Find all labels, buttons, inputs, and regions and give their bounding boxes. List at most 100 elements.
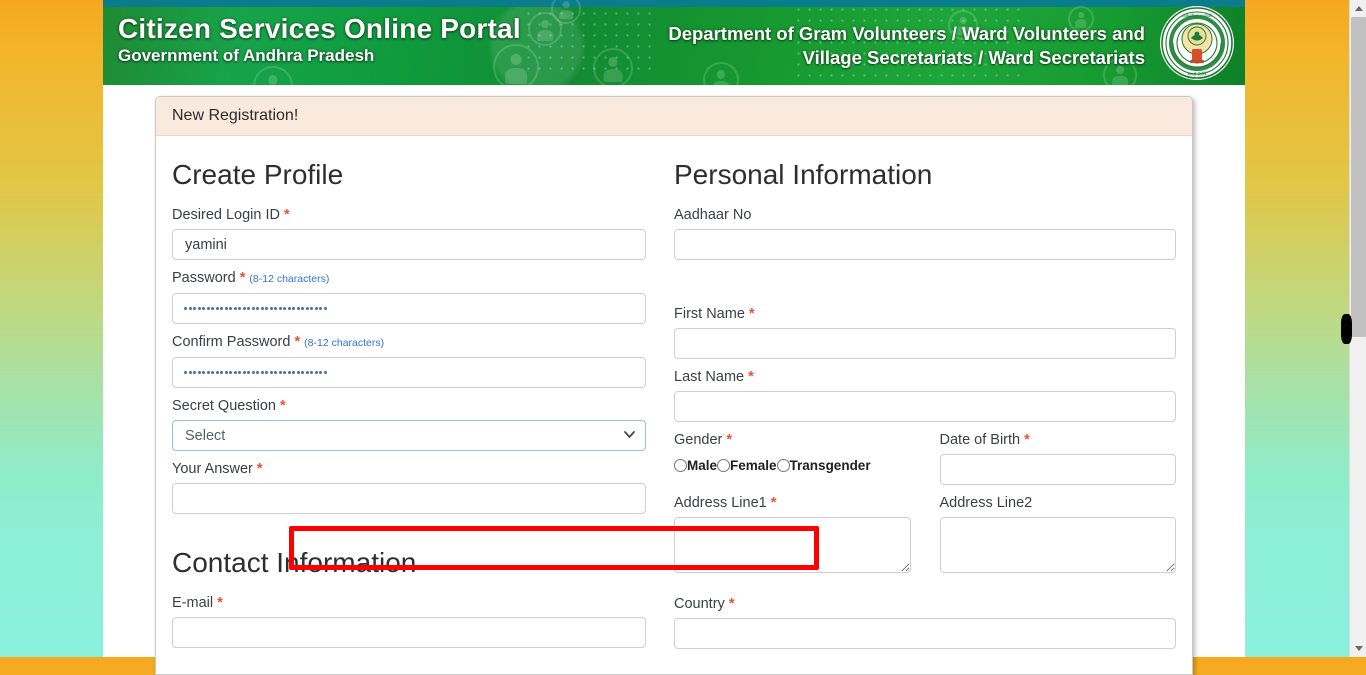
layout-spacer: [674, 269, 1176, 305]
field-group-date-of-birth: Date of Birth *: [939, 431, 1177, 485]
gender-option-transgender[interactable]: Transgender: [776, 458, 871, 473]
person-icon: [593, 48, 633, 85]
address-line1-label-text: Address Line1: [674, 495, 767, 511]
your-answer-label-text: Your Answer: [172, 461, 253, 477]
field-group-your-answer: Your Answer *: [172, 460, 646, 514]
field-group-confirm-password: Confirm Password * (8-12 characters): [172, 333, 646, 388]
password-label: Password * (8-12 characters): [172, 269, 646, 288]
password-label-text: Password: [172, 270, 236, 286]
left-column: Create Profile Desired Login ID * Passwo…: [172, 136, 674, 658]
department-title: Department of Gram Volunteers / Ward Vol…: [668, 22, 1145, 70]
field-group-secret-question: Secret Question * Select: [172, 397, 646, 451]
site-title: Citizen Services Online Portal Governmen…: [118, 13, 521, 66]
email-label: E-mail *: [172, 594, 646, 612]
panel-header: New Registration!: [156, 97, 1192, 136]
last-name-input[interactable]: [674, 391, 1176, 422]
email-input[interactable]: [172, 617, 646, 648]
scroll-up-arrow-icon[interactable]: [1350, 0, 1366, 17]
country-input[interactable]: [674, 618, 1176, 649]
password-hint: (8-12 characters): [249, 273, 330, 285]
aadhaar-no-label-text: Aadhaar No: [674, 207, 752, 223]
first-name-input[interactable]: [674, 328, 1176, 359]
password-input[interactable]: [172, 293, 646, 324]
required-marker: *: [748, 306, 755, 322]
secret-question-select[interactable]: Select: [172, 420, 646, 451]
contact-information-heading: Contact Information: [172, 547, 417, 578]
required-marker: *: [256, 461, 263, 477]
gender-dob-row: Gender * Male Female Transgender Date of…: [674, 431, 1176, 485]
field-group-aadhaar-no: Aadhaar No: [674, 206, 1176, 260]
address-line2-textarea[interactable]: [939, 517, 1176, 573]
address-line1-textarea[interactable]: [674, 517, 911, 573]
required-marker: *: [280, 398, 286, 414]
first-name-label-text: First Name: [674, 306, 745, 322]
text-cursor-artifact: [1341, 314, 1352, 344]
your-answer-label: Your Answer *: [172, 460, 646, 478]
person-icon: [253, 66, 293, 85]
confirm-password-input[interactable]: [172, 357, 646, 388]
required-marker: *: [217, 595, 223, 611]
secret-question-label: Secret Question *: [172, 397, 646, 415]
confirm-password-hint: (8-12 characters): [304, 337, 385, 349]
andhra-pradesh-state-emblem-icon: సత్యమేవ జయతే ఆంధ్ర ప్రదేశ్: [1160, 6, 1234, 80]
create-profile-heading: Create Profile: [172, 159, 344, 190]
field-group-gender: Gender * Male Female Transgender: [674, 431, 911, 485]
department-title-line2: Village Secretariats / Ward Secretariats: [802, 47, 1145, 68]
country-label: Country *: [674, 595, 1176, 613]
field-group-address-line1: Address Line1 *: [674, 494, 911, 573]
secret-question-select-wrapper: Select: [172, 420, 646, 451]
field-group-password: Password * (8-12 characters): [172, 269, 646, 324]
personal-information-heading: Personal Information: [674, 159, 933, 190]
address-row: Address Line1 * Address Line2: [674, 494, 1176, 573]
panel-body: Create Profile Desired Login ID * Passwo…: [156, 136, 1192, 674]
gender-radio-transgender[interactable]: [776, 458, 790, 472]
login-id-label-text: Desired Login ID: [172, 207, 280, 223]
gender-option-male-label: Male: [687, 457, 718, 473]
secret-question-label-text: Secret Question: [172, 398, 276, 414]
scrollbar-thumb[interactable]: [1351, 17, 1366, 337]
login-id-label: Desired Login ID *: [172, 206, 646, 224]
last-name-label: Last Name *: [674, 368, 1176, 386]
required-marker: *: [726, 432, 733, 448]
right-column: Personal Information Aadhaar No First Na…: [674, 136, 1176, 658]
required-marker: *: [748, 369, 754, 385]
field-group-first-name: First Name *: [674, 305, 1176, 359]
gender-label-text: Gender: [674, 432, 723, 448]
gender-radio-male[interactable]: [674, 458, 687, 472]
confirm-password-input-wrapper: [172, 357, 646, 388]
gender-radio-female[interactable]: [717, 458, 731, 472]
field-group-login-id: Desired Login ID *: [172, 206, 646, 260]
first-name-label: First Name *: [674, 305, 1176, 323]
required-marker: *: [284, 207, 290, 223]
date-of-birth-input[interactable]: [939, 454, 1176, 485]
gender-option-female[interactable]: Female: [717, 458, 777, 473]
banner-top-strip: [103, 0, 1245, 7]
last-name-label-text: Last Name: [674, 369, 745, 385]
registration-panel: New Registration! Create Profile Desired…: [155, 96, 1193, 675]
field-group-last-name: Last Name *: [674, 368, 1176, 422]
gender-radio-group[interactable]: Male Female Transgender: [674, 454, 911, 476]
aadhaar-no-label: Aadhaar No: [674, 206, 1176, 224]
gender-option-female-label: Female: [730, 457, 777, 473]
address-line2-label-text: Address Line2: [939, 495, 1033, 511]
required-marker: *: [294, 334, 301, 350]
gender-option-male[interactable]: Male: [674, 458, 717, 473]
field-group-email: E-mail *: [172, 594, 646, 648]
date-of-birth-label-text: Date of Birth: [939, 432, 1021, 448]
address-line1-label: Address Line1 *: [674, 494, 911, 512]
confirm-password-label: Confirm Password * (8-12 characters): [172, 333, 646, 352]
panel-header-title: New Registration!: [172, 107, 299, 124]
scroll-down-arrow-icon[interactable]: [1350, 640, 1366, 657]
address-line2-label: Address Line2: [940, 494, 1177, 512]
required-marker: *: [239, 270, 246, 286]
required-marker: *: [1024, 432, 1030, 448]
required-marker: *: [728, 596, 735, 612]
aadhaar-no-input[interactable]: [674, 229, 1176, 260]
date-of-birth-label: Date of Birth *: [940, 431, 1177, 449]
login-id-input[interactable]: [172, 229, 646, 260]
country-label-text: Country: [674, 596, 725, 612]
gender-label: Gender *: [674, 431, 911, 449]
site-banner: Citizen Services Online Portal Governmen…: [103, 0, 1245, 85]
field-group-address-line2: Address Line2: [939, 494, 1177, 573]
your-answer-input[interactable]: [172, 483, 646, 514]
